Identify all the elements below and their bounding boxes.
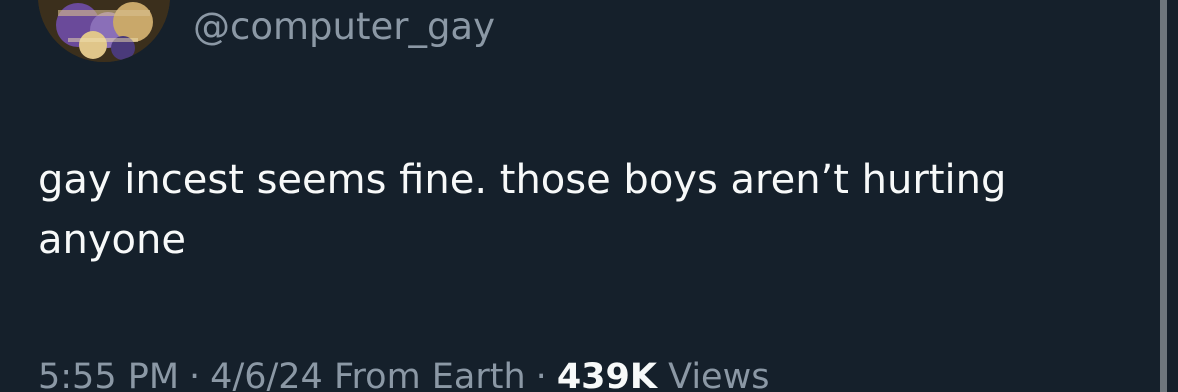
avatar[interactable]: [38, 0, 170, 62]
tweet-card: @computer_gay gay incest seems fine. tho…: [0, 0, 1178, 392]
separator: ·: [189, 357, 201, 392]
avatar-image: [38, 0, 170, 62]
views-count[interactable]: 439K: [557, 357, 657, 392]
tweet-text: gay incest seems fine. those boys aren’t…: [38, 157, 1007, 263]
separator: ·: [535, 357, 547, 392]
scrollbar[interactable]: [1160, 0, 1167, 392]
author-handle[interactable]: @computer_gay: [193, 8, 495, 45]
tweet-date[interactable]: 4/6/24: [210, 357, 323, 392]
tweet-time[interactable]: 5:55 PM: [38, 357, 179, 392]
views-label: Views: [668, 357, 770, 392]
tweet-metadata: 5:55 PM · 4/6/24 From Earth · 439K Views: [38, 360, 769, 392]
tweet-source: From Earth: [333, 357, 526, 392]
